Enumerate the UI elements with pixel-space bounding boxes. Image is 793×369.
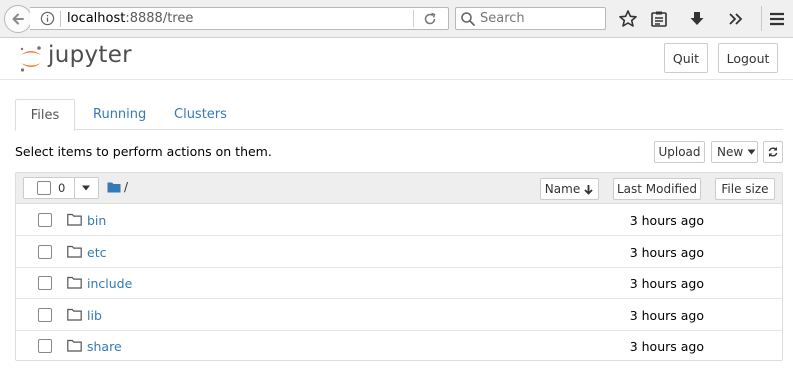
sort-by-size-button[interactable]: File size xyxy=(715,178,775,200)
file-name-link[interactable]: include xyxy=(87,276,132,291)
browser-toolbar: localhost:8888/tree Search xyxy=(0,0,793,38)
tab-files[interactable]: Files xyxy=(15,99,75,131)
last-modified: 3 hours ago xyxy=(629,244,704,260)
refresh-icon xyxy=(768,147,778,157)
url-host: localhost xyxy=(67,11,126,26)
select-menu-caret-icon[interactable] xyxy=(81,184,91,192)
last-modified: 3 hours ago xyxy=(629,339,704,354)
table-row[interactable]: bin 3 hours ago xyxy=(16,205,782,236)
search-icon xyxy=(461,12,475,26)
file-list-header: 0 / Name Last Modified File size xyxy=(16,173,782,204)
selection-hint: Select items to perform actions on them. xyxy=(15,144,272,159)
folder-outline-icon xyxy=(67,276,82,289)
jupyter-header: jupyter Quit Logout xyxy=(0,39,793,80)
upload-button[interactable]: Upload xyxy=(654,141,705,163)
reload-icon[interactable] xyxy=(422,11,438,27)
folder-outline-icon xyxy=(67,339,82,352)
star-icon xyxy=(619,10,637,27)
bookmark-star-button[interactable] xyxy=(617,8,639,30)
sort-by-modified-button[interactable]: Last Modified xyxy=(613,178,701,200)
breadcrumb[interactable]: / xyxy=(124,180,128,194)
info-icon[interactable] xyxy=(40,11,55,26)
select-all-checkbox[interactable] xyxy=(37,181,51,195)
table-row[interactable]: include 3 hours ago xyxy=(16,268,782,299)
select-split xyxy=(74,178,75,198)
tab-running[interactable]: Running xyxy=(93,99,146,130)
refresh-button[interactable] xyxy=(763,141,783,163)
tab-clusters[interactable]: Clusters xyxy=(174,99,227,130)
table-row[interactable]: etc 3 hours ago xyxy=(16,237,782,268)
sort-by-name-button[interactable]: Name xyxy=(540,178,599,200)
search-input[interactable]: Search xyxy=(455,7,606,30)
reading-list-button[interactable] xyxy=(648,8,670,30)
search-placeholder: Search xyxy=(480,11,525,26)
file-name-link[interactable]: etc xyxy=(87,245,106,260)
sort-name-label: Name xyxy=(544,182,581,196)
url-path: :8888/tree xyxy=(125,11,194,26)
overflow-button[interactable] xyxy=(724,8,746,30)
row-checkbox[interactable] xyxy=(38,213,52,227)
selected-count: 0 xyxy=(58,181,66,195)
caret-down-icon xyxy=(747,149,756,155)
jupyter-logo-icon[interactable] xyxy=(18,44,44,74)
address-bar[interactable]: localhost:8888/tree xyxy=(30,7,449,30)
url-text[interactable]: localhost:8888/tree xyxy=(67,11,193,26)
table-row[interactable]: lib 3 hours ago xyxy=(16,300,782,331)
select-all-group: 0 xyxy=(23,177,99,199)
downloads-button[interactable] xyxy=(686,8,708,30)
last-modified: 3 hours ago xyxy=(629,307,704,323)
file-name-link[interactable]: share xyxy=(87,339,122,354)
folder-icon[interactable] xyxy=(107,181,121,193)
table-row[interactable]: share 3 hours ago xyxy=(16,331,782,362)
new-dropdown-button[interactable]: New xyxy=(711,141,758,163)
jupyter-logo-text[interactable]: jupyter xyxy=(48,42,132,68)
last-modified: 3 hours ago xyxy=(629,276,704,291)
row-checkbox[interactable] xyxy=(38,276,52,290)
quit-button[interactable]: Quit xyxy=(664,43,708,73)
file-name-link[interactable]: bin xyxy=(87,213,106,228)
last-modified: 3 hours ago xyxy=(629,213,704,228)
row-checkbox[interactable] xyxy=(38,339,52,353)
row-checkbox[interactable] xyxy=(38,244,52,259)
tab-bar: Files Running Clusters xyxy=(15,99,783,131)
address-separator xyxy=(60,11,61,27)
hamburger-icon xyxy=(770,12,784,26)
logout-button[interactable]: Logout xyxy=(718,43,778,73)
arrow-left-icon xyxy=(12,13,24,25)
folder-outline-icon xyxy=(67,245,82,258)
clipboard-icon xyxy=(651,11,667,27)
arrow-down-icon xyxy=(584,184,593,195)
menu-button[interactable] xyxy=(766,8,788,30)
download-arrow-icon xyxy=(690,12,704,25)
chevrons-right-icon xyxy=(729,13,743,25)
back-button[interactable] xyxy=(4,5,32,33)
folder-outline-icon xyxy=(67,213,82,226)
new-label: New xyxy=(717,145,744,159)
file-name-link[interactable]: lib xyxy=(87,308,102,323)
file-list: 0 / Name Last Modified File size bin 3 h… xyxy=(15,172,783,361)
row-checkbox[interactable] xyxy=(38,307,52,322)
toolbar-separator xyxy=(761,6,762,31)
folder-outline-icon xyxy=(67,308,82,321)
address-divider xyxy=(413,10,414,27)
